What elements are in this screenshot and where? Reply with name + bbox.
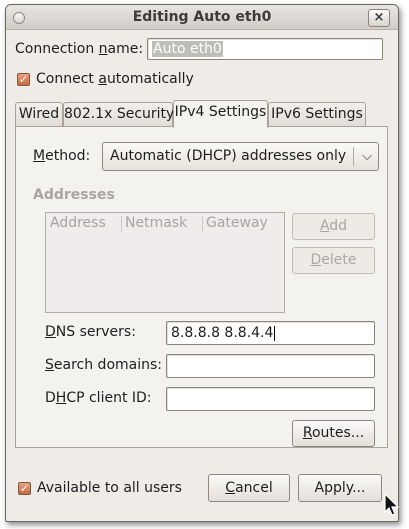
connect-automatically-label[interactable]: Connect automatically (36, 71, 194, 87)
mouse-pointer-icon (384, 493, 400, 516)
column-header-address[interactable]: Address (50, 213, 106, 234)
dropdown-separator (353, 147, 354, 166)
tab-ipv6-settings[interactable]: IPv6 Settings (268, 102, 366, 126)
close-button[interactable]: × (368, 9, 390, 27)
routes-button[interactable]: Routes... (292, 420, 375, 447)
column-header-gateway[interactable]: Gateway (206, 213, 268, 234)
available-to-all-users-checkbox[interactable]: ✓ (18, 482, 31, 495)
search-domains-input[interactable] (166, 354, 375, 378)
tab-wired[interactable]: Wired (15, 102, 63, 126)
method-dropdown[interactable]: Automatic (DHCP) addresses only ⌵ (102, 142, 379, 171)
connection-name-value: Auto eth0 (152, 41, 223, 57)
tab-ipv4-settings[interactable]: IPv4 Settings (173, 100, 268, 128)
delete-address-button[interactable]: Delete (292, 247, 375, 274)
method-selected-value: Automatic (DHCP) addresses only (110, 148, 347, 164)
window-title: Editing Auto eth0 (132, 9, 272, 25)
column-header-netmask[interactable]: Netmask (125, 213, 187, 234)
dhcp-client-id-input[interactable] (166, 387, 375, 411)
available-to-all-users-label[interactable]: Available to all users (37, 480, 182, 496)
connection-name-label: Connection name: (15, 41, 144, 57)
add-address-button[interactable]: Add (292, 213, 375, 240)
column-divider (121, 216, 122, 232)
cancel-button[interactable]: Cancel (208, 474, 290, 502)
dns-servers-input[interactable]: 8.8.8.8 8.8.4.4 (166, 321, 375, 345)
column-divider (202, 216, 203, 232)
title-bar[interactable]: Editing Auto eth0 × (6, 5, 398, 30)
addresses-section-label: Addresses (33, 187, 115, 203)
ipv4-settings-panel: Method: Automatic (DHCP) addresses only … (15, 126, 388, 448)
apply-button[interactable]: Apply... (298, 474, 382, 502)
checkmark-icon: ✓ (19, 482, 30, 495)
dhcp-client-id-label: DHCP client ID: (45, 390, 152, 406)
checkmark-icon: ✓ (18, 73, 29, 86)
edit-connection-dialog: Editing Auto eth0 × Connection name: Aut… (5, 4, 399, 522)
search-domains-label: Search domains: (45, 357, 162, 373)
addresses-table[interactable]: Address Netmask Gateway (45, 212, 285, 313)
chevron-down-icon: ⌵ (362, 149, 372, 164)
method-label: Method: (33, 148, 91, 164)
dns-servers-label: DNS servers: (45, 324, 136, 340)
connection-name-input[interactable]: Auto eth0 (147, 38, 383, 60)
text-caret (274, 325, 276, 341)
close-icon: × (373, 10, 385, 25)
connect-automatically-checkbox[interactable]: ✓ (17, 73, 30, 86)
tab-8021x-security[interactable]: 802.1x Security (63, 102, 174, 126)
dns-servers-value: 8.8.8.8 8.8.4.4 (171, 325, 274, 341)
